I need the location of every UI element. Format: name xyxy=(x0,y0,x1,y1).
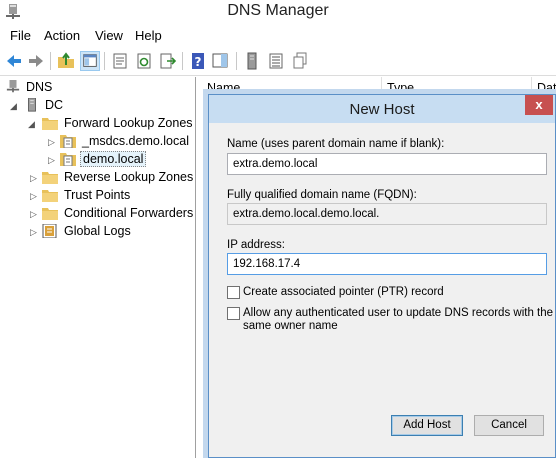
ip-address-label: IP address: xyxy=(227,239,285,251)
menu-action[interactable]: Action xyxy=(44,28,80,43)
menu-view[interactable]: View xyxy=(95,28,123,43)
dns-icon xyxy=(6,80,20,93)
fqdn-label: Fully qualified domain name (FQDN): xyxy=(227,189,417,201)
ip-address-input[interactable]: 192.168.17.4 xyxy=(227,253,547,275)
tree-node-demo-local[interactable]: ▷ demo.local xyxy=(4,151,194,169)
folder-icon xyxy=(42,118,58,130)
folder-icon xyxy=(42,208,58,220)
tree-label: Forward Lookup Zones xyxy=(64,116,193,130)
tree-label: Global Logs xyxy=(64,224,131,238)
cancel-button[interactable]: Cancel xyxy=(474,415,544,436)
zone-file-icon xyxy=(60,153,76,166)
allow-update-checkbox[interactable] xyxy=(227,307,240,320)
collapse-arrow-icon[interactable]: ◢ xyxy=(10,100,19,112)
properties-sheet-icon[interactable] xyxy=(110,51,130,71)
ptr-record-checkbox[interactable] xyxy=(227,286,240,299)
toolbar-separator xyxy=(104,52,105,70)
export-list-icon[interactable] xyxy=(158,51,178,71)
tree-label: _msdcs.demo.local xyxy=(82,134,189,148)
expand-arrow-icon[interactable]: ▷ xyxy=(48,154,57,166)
forward-arrow-icon[interactable] xyxy=(26,51,46,71)
tree-node-forward-lookup-zones[interactable]: ◢ Forward Lookup Zones xyxy=(4,115,194,133)
show-hide-console-tree-icon[interactable] xyxy=(80,51,100,71)
column-header-type[interactable]: Type xyxy=(387,81,414,95)
help-icon[interactable]: ? xyxy=(188,51,208,71)
tree-label: Conditional Forwarders xyxy=(64,206,194,220)
toolbar-separator xyxy=(182,52,183,70)
tree-label: Trust Points xyxy=(64,188,131,202)
window-title: DNS Manager xyxy=(227,2,329,19)
column-header-data[interactable]: Dat xyxy=(537,81,556,95)
allow-update-label-line2: same owner name xyxy=(243,320,338,332)
tree-label: DC xyxy=(45,98,64,112)
menu-bar: File Action View Help xyxy=(0,24,556,46)
menu-help[interactable]: Help xyxy=(135,28,162,43)
console-tree: DNS ◢ DC ◢ Forward Lookup Zones ▷ _msdcs… xyxy=(0,77,196,458)
new-host-dialog: New Host x Name (uses parent domain name… xyxy=(208,94,556,458)
dialog-title-bar: New Host x xyxy=(209,95,555,123)
tree-node-trust-points[interactable]: ▷ Trust Points xyxy=(4,187,194,205)
host-name-input[interactable]: extra.demo.local xyxy=(227,153,547,175)
zone-file-icon xyxy=(60,135,76,148)
event-log-icon xyxy=(42,224,57,238)
folder-icon xyxy=(42,190,58,202)
tree-label: Reverse Lookup Zones xyxy=(64,170,194,184)
close-button[interactable]: x xyxy=(525,95,553,115)
folder-icon xyxy=(42,172,58,184)
fqdn-field: extra.demo.local.demo.local. xyxy=(227,203,547,225)
tree-node-dc[interactable]: ◢ DC xyxy=(4,97,194,115)
show-action-pane-icon[interactable] xyxy=(210,51,230,71)
toolbar-separator xyxy=(236,52,237,70)
server-icon[interactable] xyxy=(242,51,262,71)
refresh-icon[interactable] xyxy=(134,51,154,71)
tree-node-reverse-lookup-zones[interactable]: ▷ Reverse Lookup Zones xyxy=(4,169,194,187)
allow-update-label-line1: Allow any authenticated user to update D… xyxy=(243,307,554,319)
name-label: Name (uses parent domain name if blank): xyxy=(227,138,445,150)
expand-arrow-icon[interactable]: ▷ xyxy=(30,190,39,202)
server-icon xyxy=(28,98,36,112)
column-header-name[interactable]: Name xyxy=(207,81,240,95)
tree-node-msdcs-zone[interactable]: ▷ _msdcs.demo.local xyxy=(4,133,194,151)
toolbar-separator xyxy=(50,52,51,70)
tree-label: DNS xyxy=(26,80,53,94)
expand-arrow-icon[interactable]: ▷ xyxy=(30,208,39,220)
toolbar: ? xyxy=(0,46,556,76)
title-bar: DNS Manager xyxy=(0,0,556,24)
expand-arrow-icon[interactable]: ▷ xyxy=(30,172,39,184)
tree-node-global-logs[interactable]: ▷ Global Logs xyxy=(4,223,194,241)
expand-arrow-icon[interactable]: ▷ xyxy=(30,226,39,238)
multiple-pages-icon[interactable] xyxy=(290,51,310,71)
collapse-arrow-icon[interactable]: ◢ xyxy=(28,118,37,130)
back-arrow-icon[interactable] xyxy=(4,51,24,71)
tree-node-dns[interactable]: DNS xyxy=(4,79,194,97)
add-host-button[interactable]: Add Host xyxy=(391,415,463,436)
tree-label: demo.local xyxy=(80,151,147,167)
ptr-record-label: Create associated pointer (PTR) record xyxy=(243,286,444,298)
tree-node-conditional-forwarders[interactable]: ▷ Conditional Forwarders xyxy=(4,205,194,223)
menu-file[interactable]: File xyxy=(10,28,31,43)
dialog-title: New Host xyxy=(349,101,415,118)
list-view-icon[interactable] xyxy=(266,51,286,71)
svg-text:?: ? xyxy=(195,55,202,69)
expand-arrow-icon[interactable]: ▷ xyxy=(48,136,57,148)
up-folder-icon[interactable] xyxy=(56,51,76,71)
